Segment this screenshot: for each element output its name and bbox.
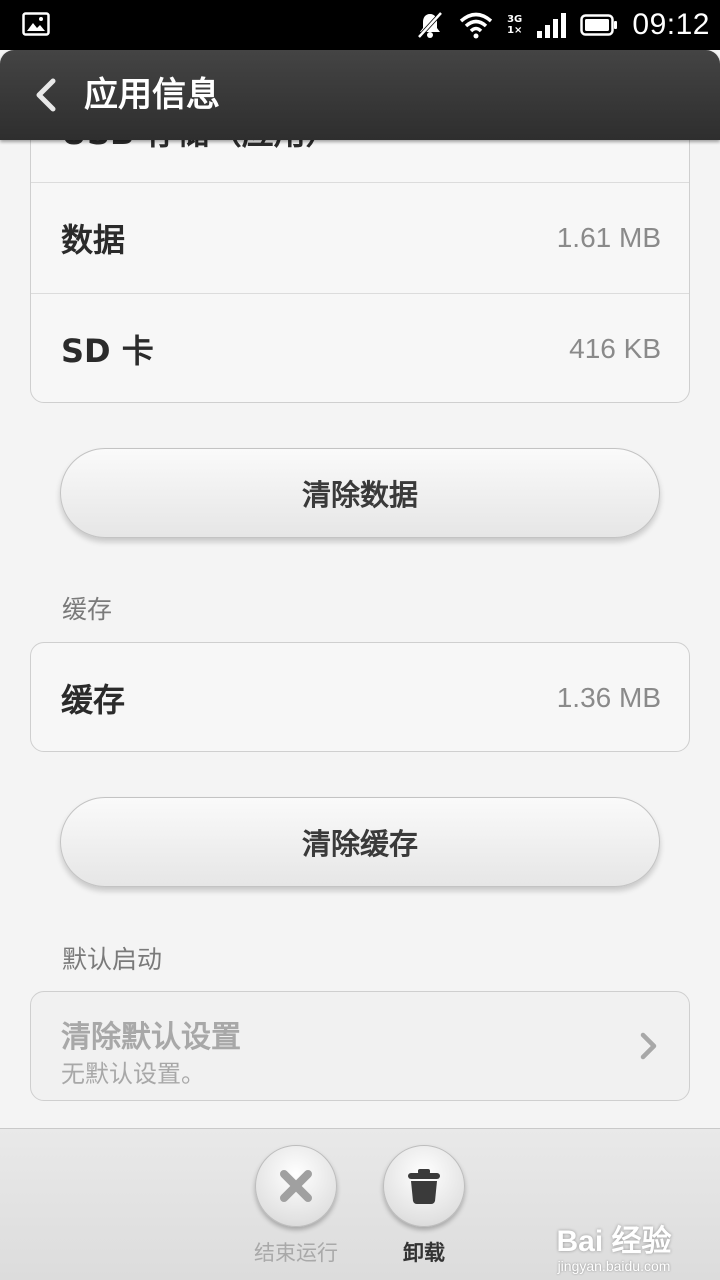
storage-row-label: USB 存储（应用）: [61, 140, 338, 154]
clear-defaults-item[interactable]: 清除默认设置 无默认设置。: [30, 991, 690, 1101]
force-stop-action[interactable]: 结束运行: [241, 1145, 351, 1267]
force-stop-label: 结束运行: [254, 1241, 338, 1265]
section-header-default-launch: 默认启动: [62, 945, 163, 974]
title-bar: 应用信息: [0, 50, 720, 140]
back-button[interactable]: [22, 72, 68, 118]
network-type-bottom: 1×: [507, 25, 523, 36]
storage-row-data: 数据 1.61 MB: [31, 183, 689, 293]
chevron-left-icon: [36, 78, 56, 112]
page-title: 应用信息: [84, 75, 220, 115]
close-x-icon: [280, 1170, 312, 1202]
storage-row-sdcard: SD 卡 416 KB: [31, 294, 689, 402]
clear-defaults-title: 清除默认设置: [61, 1020, 241, 1055]
storage-row-label: 数据: [61, 221, 126, 259]
cache-row: 缓存 1.36 MB: [31, 643, 689, 751]
cache-row-value: 1.36 MB: [556, 682, 661, 713]
status-icons: 3G 1× 09:12: [415, 0, 710, 50]
cache-card: 缓存 1.36 MB: [30, 642, 690, 752]
signal-icon: [537, 13, 567, 38]
uninstall-button[interactable]: [383, 1145, 465, 1227]
uninstall-label: 卸载: [403, 1241, 445, 1265]
battery-icon: [580, 14, 618, 36]
storage-row-value: 1.61 MB: [556, 222, 661, 253]
storage-row-value: 416 KB: [569, 333, 661, 364]
baidu-watermark: Bai 经验 jingyan.baidu.com: [544, 1216, 684, 1274]
clear-defaults-subtitle: 无默认设置。: [61, 1060, 205, 1088]
mute-icon: [417, 11, 443, 39]
force-stop-button[interactable]: [255, 1145, 337, 1227]
storage-card: USB 存储（应用） 数据 1.61 MB SD 卡 416 KB: [30, 140, 690, 403]
image-icon: [22, 12, 50, 36]
wifi-icon: [459, 12, 493, 39]
storage-row-label: SD 卡: [61, 332, 154, 370]
watermark-url: jingyan.baidu.com: [557, 1258, 671, 1274]
network-type-top: 3G: [507, 14, 523, 25]
network-type: 3G 1×: [507, 14, 522, 36]
clock: 09:12: [632, 8, 710, 41]
app-info-content[interactable]: USB 存储（应用） 数据 1.61 MB SD 卡 416 KB 清除数据 缓…: [0, 140, 720, 1128]
trash-icon: [408, 1169, 440, 1204]
clear-data-button[interactable]: 清除数据: [60, 448, 660, 538]
watermark-brand: Bai 经验: [556, 1225, 672, 1258]
clear-cache-button[interactable]: 清除缓存: [60, 797, 660, 887]
status-bar: 3G 1× 09:12: [0, 0, 720, 50]
storage-row-usb: USB 存储（应用）: [31, 140, 689, 186]
uninstall-action[interactable]: 卸载: [369, 1145, 479, 1267]
section-header-cache: 缓存: [62, 595, 113, 624]
chevron-right-icon: [640, 1032, 657, 1060]
cache-row-label: 缓存: [61, 681, 126, 719]
